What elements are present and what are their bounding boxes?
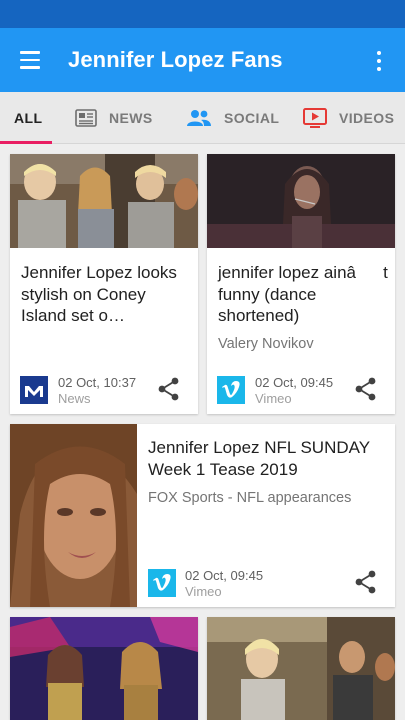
tab-all[interactable]: ALL xyxy=(14,92,42,144)
article-title[interactable]: Jennifer Lopez looks stylish on Coney Is… xyxy=(21,262,191,327)
article-thumbnail xyxy=(207,154,395,248)
tab-news-label: NEWS xyxy=(109,110,153,126)
people-icon xyxy=(186,109,212,127)
newspaper-icon xyxy=(75,109,97,127)
vimeo-logo-icon xyxy=(217,376,245,404)
article-card[interactable]: jennifer lopez ainât funny (dance shor… xyxy=(207,154,395,414)
tab-social[interactable]: SOCIAL xyxy=(186,92,279,144)
video-title[interactable]: Jennifer Lopez NFL SUNDAY Week 1 Tease 2… xyxy=(148,437,388,480)
status-bar xyxy=(0,0,405,28)
tab-all-label: ALL xyxy=(14,110,43,126)
vimeo-logo-icon xyxy=(148,569,176,597)
article-category: Vimeo xyxy=(255,391,292,406)
active-tab-indicator xyxy=(0,141,52,144)
article-date: 02 Oct, 09:45 xyxy=(255,375,334,390)
m-news-logo-icon xyxy=(20,376,48,404)
article-thumbnail xyxy=(10,154,198,248)
article-category: News xyxy=(58,391,91,406)
video-thumbnail xyxy=(10,424,137,607)
article-source: Valery Novikov xyxy=(218,336,314,352)
article-title[interactable]: jennifer lopez ainât funny (dance shor… xyxy=(218,262,390,327)
video-category: Vimeo xyxy=(185,584,222,599)
tab-news[interactable]: NEWS xyxy=(75,92,153,144)
tab-social-label: SOCIAL xyxy=(224,110,280,126)
video-date: 02 Oct, 09:45 xyxy=(185,568,264,583)
app-bar: Jennifer Lopez Fans xyxy=(0,28,405,92)
video-play-icon xyxy=(303,108,327,128)
article-thumbnail xyxy=(10,617,198,720)
video-card[interactable]: Jennifer Lopez NFL SUNDAY Week 1 Tease 2… xyxy=(10,424,395,607)
article-date: 02 Oct, 10:37 xyxy=(58,375,137,390)
article-card[interactable]: Jennifer Lopez looks stylish on Coney Is… xyxy=(10,154,198,414)
video-source: FOX Sports - NFL appearances xyxy=(148,490,352,506)
more-vert-icon[interactable] xyxy=(367,46,391,76)
article-thumbnail xyxy=(207,617,395,720)
hamburger-menu-icon[interactable] xyxy=(12,44,48,76)
tab-videos-label: VIDEOS xyxy=(339,110,395,126)
share-icon[interactable] xyxy=(353,569,381,597)
app-title: Jennifer Lopez Fans xyxy=(68,47,283,72)
share-icon[interactable] xyxy=(156,376,184,404)
tab-videos[interactable]: VIDEOS xyxy=(303,92,394,144)
share-icon[interactable] xyxy=(353,376,381,404)
article-card[interactable] xyxy=(10,617,198,720)
tab-bar: ALL NEWS SOCIAL VIDEOS xyxy=(0,92,405,144)
article-card[interactable] xyxy=(207,617,395,720)
